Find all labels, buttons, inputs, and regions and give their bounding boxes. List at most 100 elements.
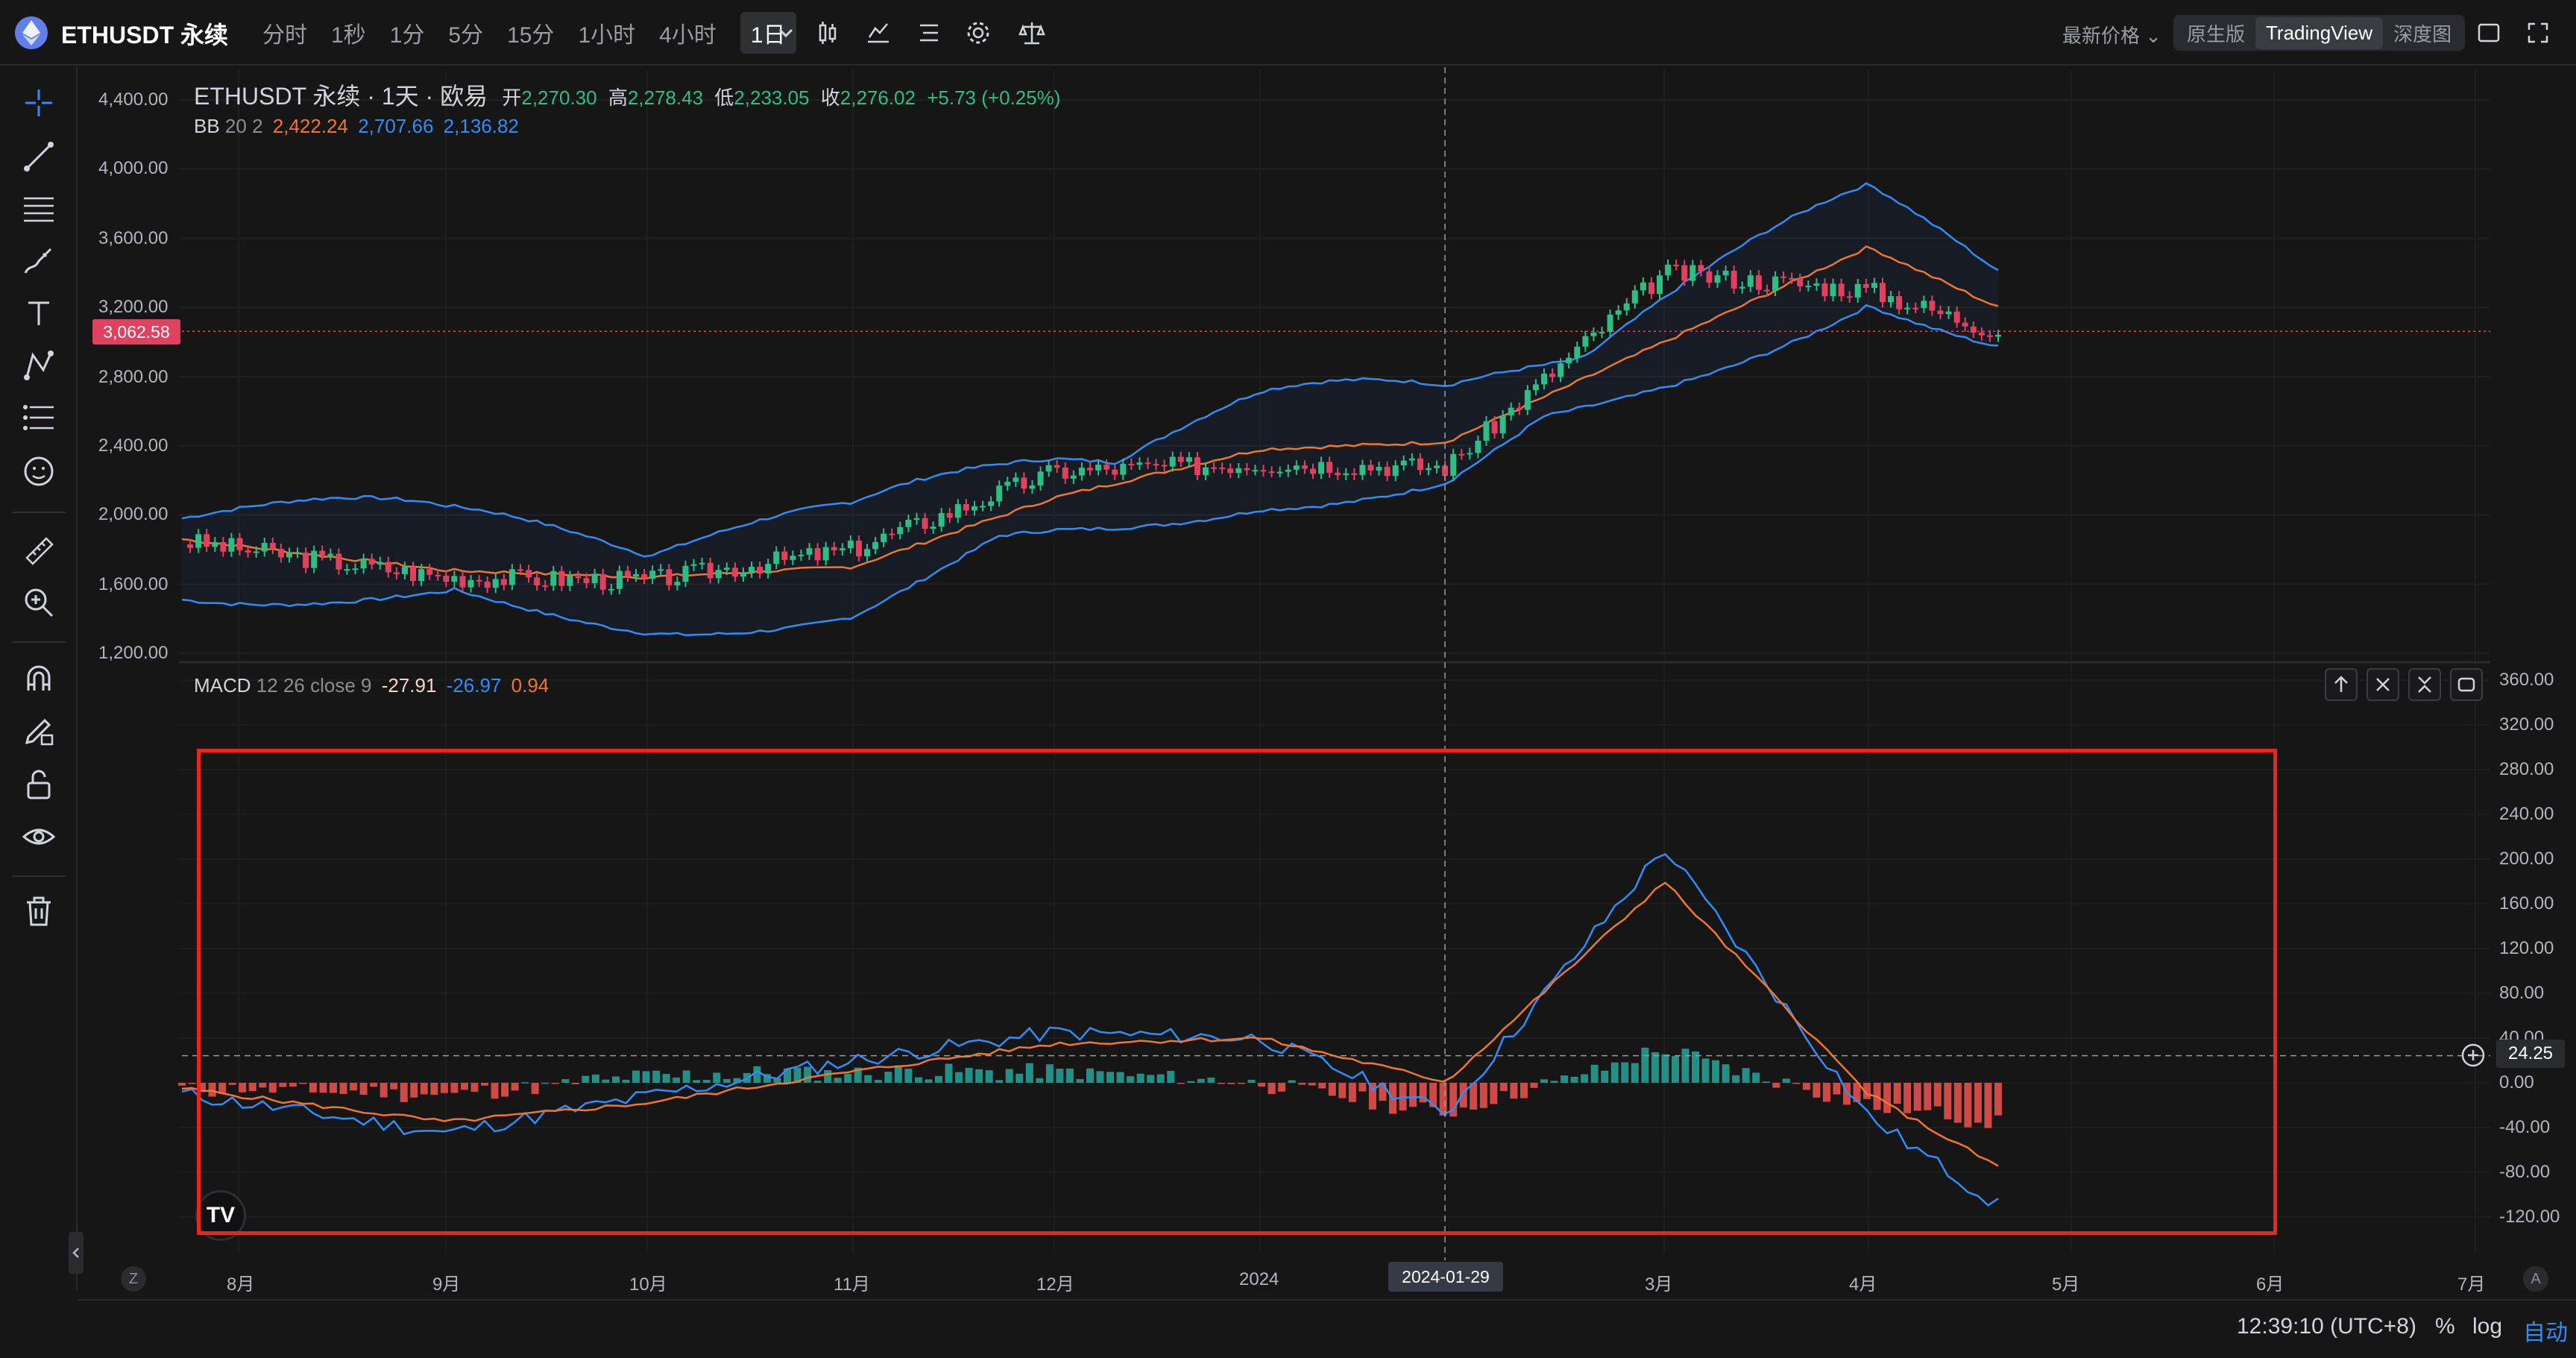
bb-legend[interactable]: BB 20 2 2,422.24 2,707.66 2,136.82 (194, 115, 519, 138)
auto-scale-button[interactable]: A (2523, 1266, 2548, 1292)
candle-body (1945, 311, 1952, 315)
candle-body (1879, 283, 1886, 303)
candle-body (1376, 467, 1382, 471)
candle-body (980, 506, 986, 508)
candle-body (1343, 473, 1350, 476)
price-tick: 2,800.00 (98, 367, 169, 387)
candle-body (550, 570, 557, 586)
candle-body (1037, 471, 1044, 485)
candle-body (1095, 465, 1102, 471)
candle-body (443, 575, 450, 582)
candle-body (1351, 473, 1358, 475)
candle-body (971, 506, 977, 511)
low-value: 2,233.05 (734, 87, 810, 109)
candle-body (806, 548, 813, 555)
candle-body (1953, 311, 1960, 323)
candle-body (1805, 286, 1812, 288)
current-price-tag: 3,062.58 (92, 319, 180, 345)
candle-body (855, 540, 862, 556)
candle-body (922, 518, 928, 529)
candle-body (1607, 314, 1613, 333)
macd-highlight-box (197, 749, 2277, 1235)
candle-body (1417, 458, 1423, 471)
candle-body (1301, 465, 1308, 469)
candle-body (1335, 472, 1341, 476)
collapse-icon (2418, 676, 2431, 693)
candle-body (1978, 333, 1985, 336)
candle-body (1862, 283, 1869, 288)
candle-body (1912, 307, 1919, 309)
candle-body (954, 504, 961, 518)
candle-body (938, 513, 945, 527)
macd-signal-value: 0.94 (511, 674, 549, 697)
bb-mid-value: 2,422.24 (272, 115, 348, 137)
macd-tick: 120.00 (2499, 938, 2554, 958)
candle-body (1169, 456, 1176, 467)
candle-body (1219, 468, 1226, 470)
candle-body (723, 568, 730, 570)
candle-body (814, 548, 821, 561)
high-value: 2,278.43 (627, 87, 704, 109)
zoom-out-button[interactable]: Z (121, 1266, 146, 1292)
candle-body (731, 568, 738, 577)
add-plus-icon[interactable] (2460, 1043, 2486, 1068)
candle-body (1244, 468, 1250, 471)
close-value: 2,276.02 (840, 87, 916, 109)
candle-body (1185, 457, 1192, 462)
candle-body (599, 573, 606, 590)
candle-body (1392, 465, 1399, 477)
maximize-icon (2457, 677, 2475, 692)
candle-body (1648, 282, 1654, 295)
pane-move-up-button[interactable] (2325, 668, 2358, 701)
pane-close-button[interactable] (2366, 668, 2399, 701)
macd-legend[interactable]: MACD 12 26 close 9 -27.91 -26.97 0.94 (194, 674, 549, 697)
macd-tick: 160.00 (2499, 893, 2554, 914)
macd-line-value: -26.97 (446, 674, 502, 697)
candle-body (1235, 468, 1242, 474)
candle-body (212, 541, 218, 547)
candle-body (1252, 470, 1259, 472)
candle-body (1755, 275, 1762, 290)
candle-body (1871, 283, 1877, 288)
candle-body (1309, 468, 1316, 474)
macd-tick: 200.00 (2499, 849, 2554, 869)
candle-body (228, 538, 235, 552)
macd-params: 12 26 close 9 (256, 674, 372, 697)
percent-toggle[interactable]: % (2435, 1314, 2455, 1339)
clock-timezone[interactable]: 12:39:10 (UTC+8) (2237, 1314, 2416, 1339)
auto-toggle[interactable]: 自动 (2523, 1314, 2568, 1347)
candle-body (781, 551, 788, 560)
candle-body (1813, 283, 1820, 286)
candle-body (269, 542, 276, 549)
candle-body (1780, 276, 1787, 278)
candle-body (1161, 465, 1168, 467)
candle-body (575, 576, 582, 579)
candle-body (1276, 471, 1283, 474)
candle-body (236, 538, 243, 550)
candle-body (1631, 290, 1638, 304)
macd-tick: 80.00 (2499, 983, 2545, 1003)
time-tick: 3月 (1645, 1274, 1673, 1295)
candle-body (245, 550, 251, 553)
candle-body (1177, 456, 1184, 462)
pane-maximize-button[interactable] (2450, 668, 2483, 701)
candle-body (1566, 357, 1572, 364)
candle-body (1293, 465, 1300, 470)
pane-collapse-button[interactable] (2408, 668, 2441, 701)
candle-body (542, 585, 549, 587)
candle-body (451, 576, 458, 582)
log-toggle[interactable]: log (2472, 1314, 2502, 1339)
time-tick: 2024 (1239, 1269, 1279, 1289)
candle-body (682, 565, 689, 582)
candle-body (295, 553, 301, 555)
candle-body (889, 533, 895, 535)
candle-body (666, 569, 673, 585)
candle-body (187, 544, 194, 548)
candle-body (418, 569, 425, 581)
price-tick: 4,000.00 (98, 158, 169, 178)
candle-body (658, 569, 664, 571)
candle-body (377, 562, 383, 565)
macd-tick: 0.00 (2499, 1072, 2534, 1093)
candle-body (1681, 265, 1688, 281)
candle-body (1227, 468, 1234, 474)
